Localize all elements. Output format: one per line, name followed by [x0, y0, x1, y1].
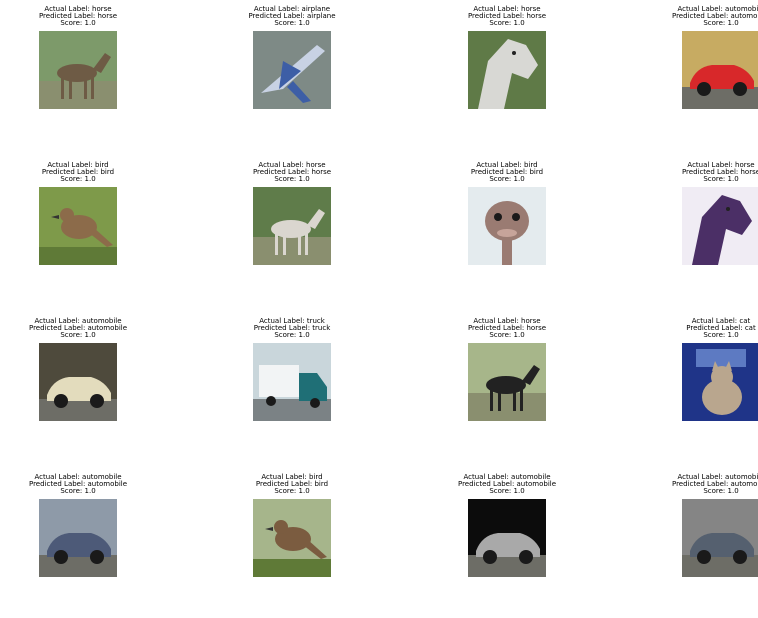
prediction-caption: Actual Label: airplane Predicted Label: a…	[212, 6, 372, 27]
prediction-cell: Actual Label: automobile Predicted Label:…	[427, 468, 587, 618]
prediction-caption: Actual Label: horse Predicted Label: hors…	[212, 162, 372, 183]
sample-thumbnail	[253, 343, 331, 421]
prediction-caption: Actual Label: horse Predicted Label: hors…	[427, 6, 587, 27]
score-text: Score: 1.0	[489, 487, 525, 495]
sample-thumbnail	[682, 31, 758, 109]
score-text: Score: 1.0	[274, 19, 310, 27]
sample-thumbnail	[39, 31, 117, 109]
prediction-cell: Actual Label: bird Predicted Label: bird S…	[0, 156, 158, 306]
predicted-label-text: Predicted Label: automobile	[671, 12, 758, 20]
score-text: Score: 1.0	[60, 19, 96, 27]
score-text: Score: 1.0	[703, 175, 739, 183]
sample-thumbnail	[468, 187, 546, 265]
score-text: Score: 1.0	[60, 487, 96, 495]
prediction-cell: Actual Label: cat Predicted Label: cat Sco…	[641, 312, 758, 462]
prediction-cell: Actual Label: horse Predicted Label: hors…	[0, 0, 158, 150]
sample-thumbnail	[682, 499, 758, 577]
score-text: Score: 1.0	[60, 331, 96, 339]
sample-thumbnail	[39, 499, 117, 577]
prediction-caption: Actual Label: cat Predicted Label: cat Sco…	[641, 318, 758, 339]
sample-thumbnail	[253, 499, 331, 577]
prediction-cell: Actual Label: horse Predicted Label: hors…	[427, 312, 587, 462]
sample-thumbnail	[253, 31, 331, 109]
sample-thumbnail	[253, 187, 331, 265]
prediction-caption: Actual Label: automobile Predicted Label:…	[641, 474, 758, 495]
sample-thumbnail	[39, 343, 117, 421]
prediction-caption: Actual Label: bird Predicted Label: bird S…	[0, 162, 158, 183]
predicted-label-text: Predicted Label: cat	[686, 324, 756, 332]
prediction-caption: Actual Label: bird Predicted Label: bird S…	[427, 162, 587, 183]
predicted-label-text: Predicted Label: automobile	[671, 480, 758, 488]
sample-thumbnail	[682, 343, 758, 421]
score-text: Score: 1.0	[703, 331, 739, 339]
sample-thumbnail	[682, 187, 758, 265]
score-text: Score: 1.0	[489, 175, 525, 183]
prediction-caption: Actual Label: automobile Predicted Label:…	[427, 474, 587, 495]
sample-thumbnail	[468, 31, 546, 109]
prediction-caption: Actual Label: bird Predicted Label: bird S…	[212, 474, 372, 495]
prediction-cell: Actual Label: airplane Predicted Label: a…	[212, 0, 372, 150]
prediction-cell: Actual Label: automobile Predicted Label:…	[641, 0, 758, 150]
prediction-caption: Actual Label: horse Predicted Label: hors…	[0, 6, 158, 27]
score-text: Score: 1.0	[703, 487, 739, 495]
prediction-cell: Actual Label: bird Predicted Label: bird S…	[212, 468, 372, 618]
prediction-caption: Actual Label: truck Predicted Label: truc…	[212, 318, 372, 339]
prediction-cell: Actual Label: horse Predicted Label: hors…	[641, 156, 758, 306]
prediction-cell: Actual Label: truck Predicted Label: truc…	[212, 312, 372, 462]
prediction-cell: Actual Label: bird Predicted Label: bird S…	[427, 156, 587, 306]
prediction-caption: Actual Label: horse Predicted Label: hors…	[641, 162, 758, 183]
score-text: Score: 1.0	[703, 19, 739, 27]
predicted-label-text: Predicted Label: horse	[681, 168, 758, 176]
score-text: Score: 1.0	[489, 331, 525, 339]
score-text: Score: 1.0	[274, 487, 310, 495]
sample-thumbnail	[39, 187, 117, 265]
prediction-cell: Actual Label: automobile Predicted Label:…	[0, 468, 158, 618]
prediction-cell: Actual Label: automobile Predicted Label:…	[0, 312, 158, 462]
prediction-cell: Actual Label: horse Predicted Label: hors…	[212, 156, 372, 306]
prediction-caption: Actual Label: automobile Predicted Label:…	[641, 6, 758, 27]
prediction-cell: Actual Label: automobile Predicted Label:…	[641, 468, 758, 618]
prediction-caption: Actual Label: horse Predicted Label: hors…	[427, 318, 587, 339]
sample-thumbnail	[468, 499, 546, 577]
score-text: Score: 1.0	[489, 19, 525, 27]
score-text: Score: 1.0	[274, 175, 310, 183]
prediction-caption: Actual Label: automobile Predicted Label:…	[0, 474, 158, 495]
score-text: Score: 1.0	[60, 175, 96, 183]
prediction-cell: Actual Label: horse Predicted Label: hors…	[427, 0, 587, 150]
sample-thumbnail	[468, 343, 546, 421]
score-text: Score: 1.0	[274, 331, 310, 339]
prediction-caption: Actual Label: automobile Predicted Label:…	[0, 318, 158, 339]
